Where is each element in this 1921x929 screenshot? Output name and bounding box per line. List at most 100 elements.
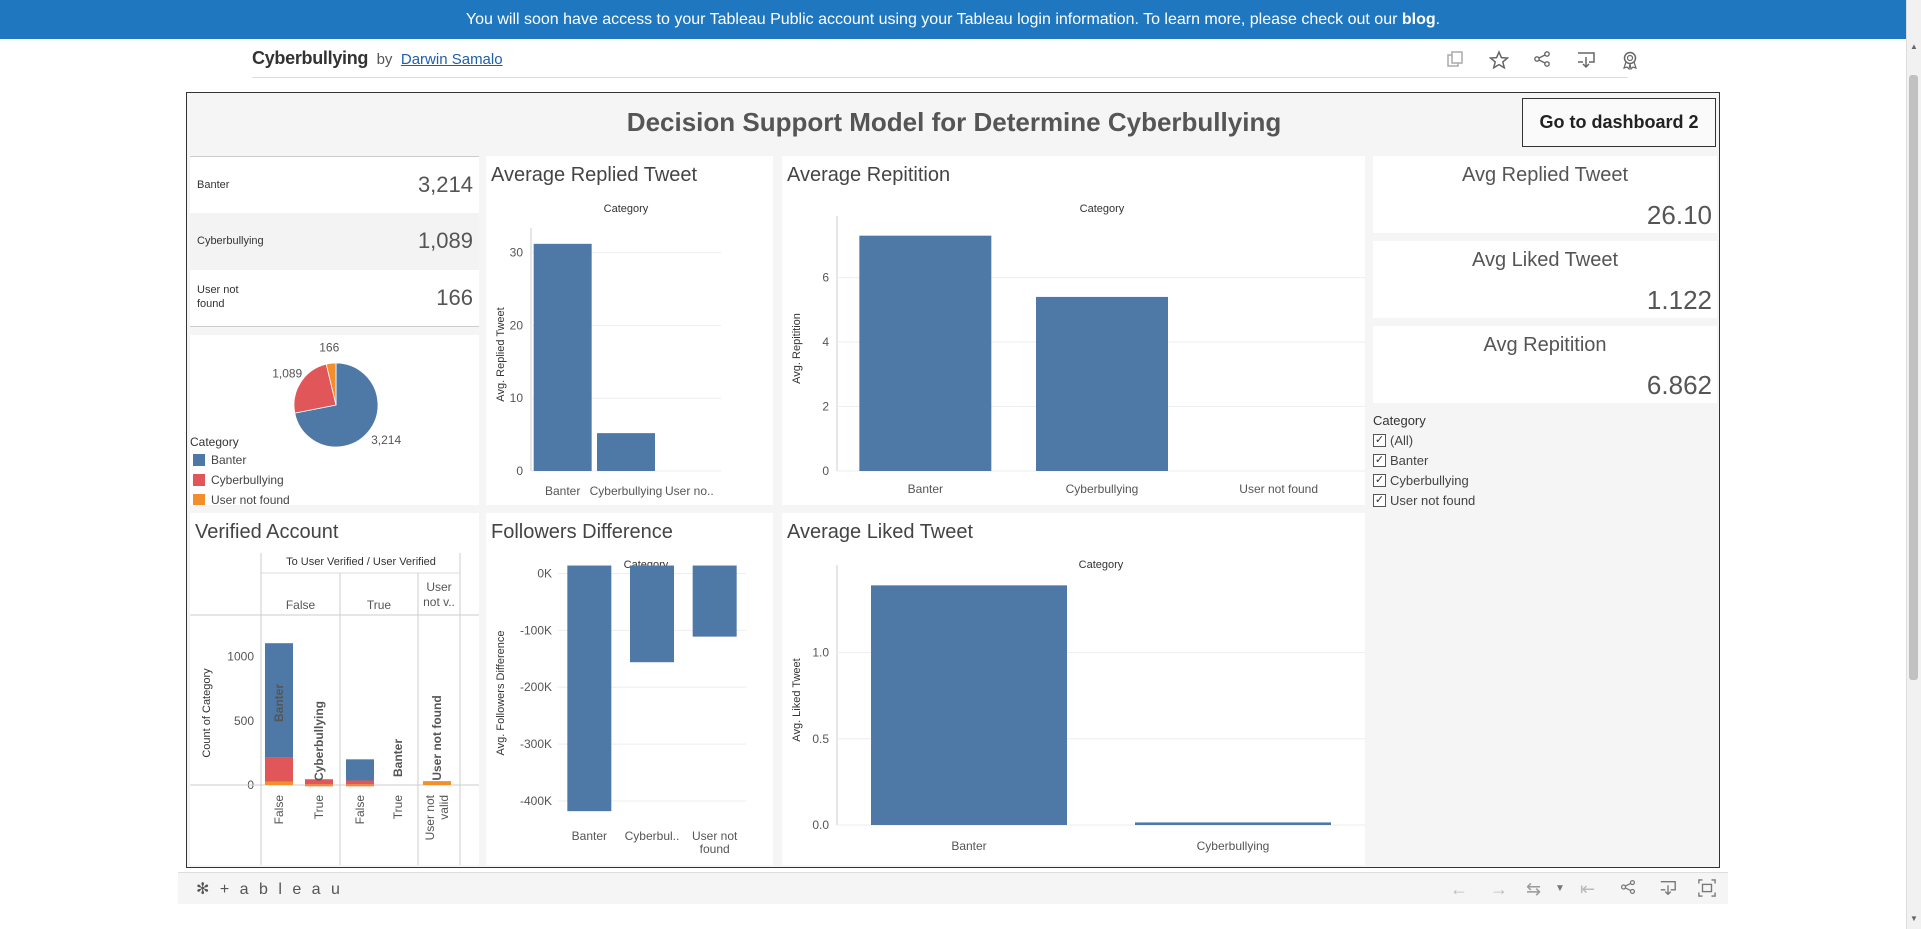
scrollbar-thumb[interactable] [1909,75,1918,680]
filter-item-banter[interactable]: ✓ Banter [1373,450,1573,470]
bar[interactable] [871,585,1067,825]
fullscreen-icon[interactable] [1698,879,1716,902]
legend-item-banter[interactable]: Banter [193,450,290,470]
scroll-down-icon[interactable]: ▼ [1910,914,1918,923]
y-axis-label: Avg. Replied Tweet [495,307,507,401]
count-row-user-not-found[interactable]: User not found 166 [190,270,479,327]
y-tick-label: -200K [520,680,552,694]
x-category-label: Cyberbul.. [625,829,680,843]
verified-account-chart[interactable]: To User Verified / User Verified False Tru… [190,513,479,865]
bar-segment[interactable] [265,781,293,785]
followers-difference-chart[interactable]: Category0K-100K-200K-300K-400KAvg. Follo… [486,513,773,865]
x-category-label: User not [692,829,738,843]
filter-item-user-not-found[interactable]: ✓ User not found [1373,490,1573,510]
bar-segment[interactable] [346,784,374,787]
download-icon[interactable] [1575,50,1597,72]
y-tick-label: 0 [822,464,829,478]
tableau-logo[interactable]: ✻ + a b l e a u [196,879,343,899]
y-tick-label: -400K [520,794,552,808]
bar-label: User not found [430,695,444,780]
y-tick-label: 4 [822,335,829,349]
avg-liked-chart[interactable]: Category 0.0 0.5 1.0 Avg. Liked Tweet Banter C… [782,513,1365,865]
copy-icon[interactable] [1444,50,1466,72]
checkbox[interactable]: ✓ [1373,493,1386,507]
bar-segment[interactable] [346,759,374,781]
go-to-dashboard-2-button[interactable]: Go to dashboard 2 [1522,98,1716,147]
bar-label: Banter [272,684,286,722]
banner-blog-link[interactable]: blog [1402,11,1436,28]
count-row-banter[interactable]: Banter 3,214 [190,156,479,213]
reset-icon[interactable]: ⇤ [1580,879,1595,900]
bar[interactable] [859,235,992,471]
download-icon[interactable] [1659,879,1677,902]
checkbox[interactable]: ✓ [1373,453,1386,467]
scroll-up-icon[interactable]: ▲ [1910,42,1918,51]
category-filter: Category ✓ (All) ✓ Banter ✓ Cyberbullying ✓… [1373,413,1573,510]
pie-label: 1,089 [272,367,302,381]
redo-icon[interactable]: → [1490,879,1508,900]
share-icon[interactable] [1620,879,1636,900]
y-tick-label: 500 [234,714,254,728]
viz-title: Cyberbullying [252,48,369,68]
filter-item-cyberbullying[interactable]: ✓ Cyberbullying [1373,470,1573,490]
filter-label: (All) [1390,432,1414,448]
bar-segment[interactable] [305,784,333,787]
bar[interactable] [692,565,737,637]
x-category-label: Cyberbullying [1197,839,1270,853]
kpi-value: 6.862 [1646,370,1712,400]
pie-legend-title: Category [190,435,239,449]
kpi-value: 26.10 [1646,200,1712,230]
checkbox[interactable]: ✓ [1373,473,1386,487]
badge-icon[interactable] [1619,50,1641,72]
x-category-label: User not found [1239,482,1318,496]
share-icon[interactable] [1531,50,1553,72]
y-tick-label: 1.0 [812,646,829,660]
verified-account-panel: Verified Account To User Verified / User… [190,513,479,865]
panel-title: Average Repitition [787,164,951,186]
viz-by-label: by [376,51,393,68]
revert-icon[interactable]: ⇆ [1526,879,1541,900]
filter-item-all[interactable]: ✓ (All) [1373,430,1573,450]
x-category-label: User no.. [665,484,714,498]
x-category-label: Cyberbullying [590,484,663,498]
bar-segment[interactable] [346,780,374,785]
group-label: False [286,598,316,612]
panel-title: Average Liked Tweet [787,521,974,543]
legend-swatch [193,454,205,466]
y-tick-label: 10 [510,391,524,405]
y-tick-label: 20 [510,318,524,332]
bar[interactable] [533,243,592,471]
tableau-toolbar: ✻ + a b l e a u ← → ⇆ ▼ ⇤ [178,872,1728,904]
x-category-label: found [700,842,730,856]
star-icon[interactable] [1488,50,1510,72]
legend-item-user-not-found[interactable]: User not found [193,490,290,505]
y-tick-label: 0K [537,567,552,581]
tableau-logo-text: + a b l e a u [219,881,343,898]
bar-segment[interactable] [265,757,293,782]
viz-author-link[interactable]: Darwin Samalo [401,51,503,68]
checkbox[interactable]: ✓ [1373,433,1386,447]
bar[interactable] [567,565,612,812]
legend-item-cyberbullying[interactable]: Cyberbullying [193,470,290,490]
kpi-title: Avg Liked Tweet [1471,249,1619,271]
undo-icon[interactable]: ← [1450,879,1468,900]
x-category-label: Banter [545,484,580,498]
bar[interactable] [630,565,674,663]
avg-replied-chart[interactable]: Category 0 10 20 30 Avg. Replied Tweet Banter C… [486,156,773,505]
count-row-cyberbullying[interactable]: Cyberbullying 1,089 [190,213,479,270]
avg-replied-panel: Average Replied Tweet Category 0 10 20 30 Avg… [486,156,773,505]
bar[interactable] [1036,296,1168,471]
dashboard-title: Decision Support Model for Determine Cyb… [626,107,1282,137]
bar-label: Banter [391,739,405,777]
x-category-label: Banter [908,482,943,496]
bar-segment[interactable] [423,781,451,785]
y-axis-label: Avg. Followers Difference [495,631,507,756]
avg-repitition-chart[interactable]: Category 0 2 4 6 Avg. Repitition Banter Cyberbu… [782,156,1367,505]
x-sub-label: valid [437,795,451,820]
bar[interactable] [1135,822,1331,825]
followers-difference-panel: Followers Difference Category 0K -100K -200… [486,513,773,865]
pie-label: 3,214 [371,433,401,447]
filter-label: Banter [1390,452,1429,468]
chevron-down-icon[interactable]: ▼ [1555,883,1565,894]
bar[interactable] [597,433,655,471]
